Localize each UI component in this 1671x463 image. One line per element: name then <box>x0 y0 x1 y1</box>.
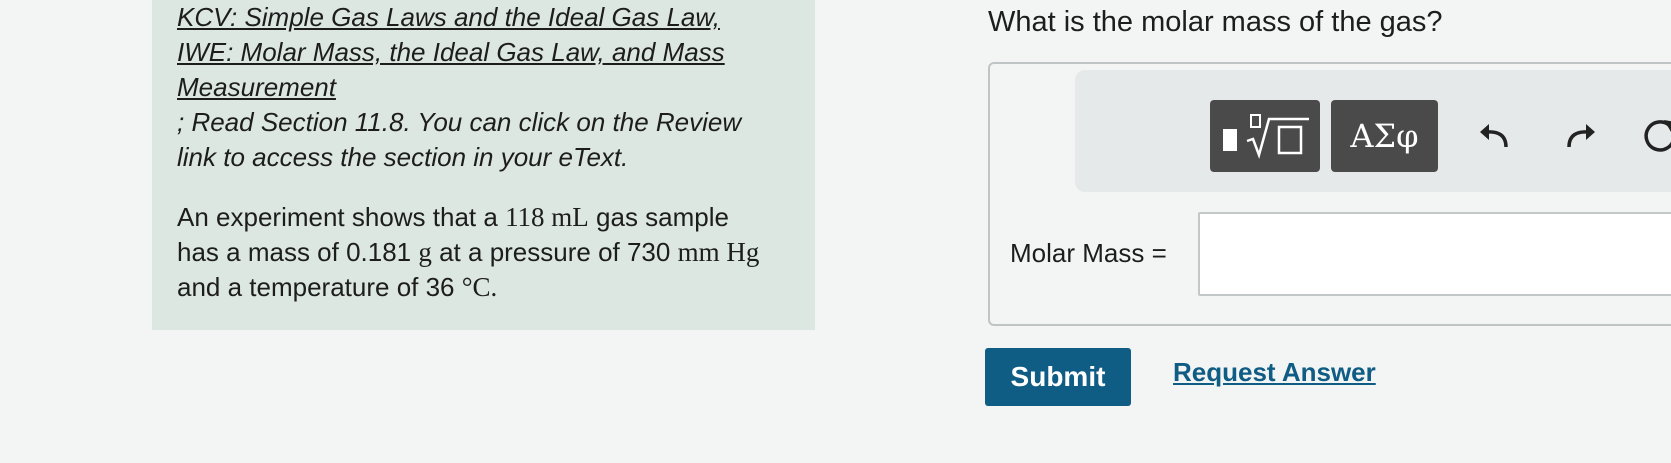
templates-button[interactable] <box>1210 100 1320 172</box>
molar-mass-label: Molar Mass = <box>1010 238 1167 268</box>
kcv-link[interactable]: KCV: Simple Gas Laws and the Ideal Gas L… <box>177 0 777 35</box>
problem-text-1: An experiment shows that a <box>177 202 506 232</box>
redo-icon[interactable] <box>1555 106 1605 166</box>
reset-icon[interactable] <box>1635 106 1671 166</box>
submit-button[interactable]: Submit <box>985 348 1131 406</box>
greek-symbols-button[interactable]: ΑΣφ <box>1331 100 1438 172</box>
question-text: What is the molar mass of the gas? <box>988 6 1443 38</box>
math-toolbar: ΑΣφ <box>1075 70 1671 192</box>
volume-value: 118 mL <box>505 202 589 232</box>
problem-text-4: and a temperature of 36 <box>177 272 462 302</box>
hint-line1: ; Read Section 11.8. You can click on th… <box>177 107 742 137</box>
mass-unit: g <box>418 237 432 267</box>
radical-template-icon <box>1223 114 1309 160</box>
iwe-link-cont[interactable]: Measurement <box>177 70 777 105</box>
molar-mass-input[interactable] <box>1198 212 1671 296</box>
temp-unit: °C. <box>461 272 498 302</box>
request-answer-link[interactable]: Request Answer <box>1173 357 1376 388</box>
hint-text: KCV: Simple Gas Laws and the Ideal Gas L… <box>177 0 777 175</box>
pressure-unit: mm Hg <box>677 237 760 267</box>
problem-statement: An experiment shows that a 118 mL gas sa… <box>177 200 777 305</box>
undo-icon[interactable] <box>1470 106 1520 166</box>
problem-text-3: at a pressure of 730 <box>431 237 678 267</box>
iwe-link[interactable]: IWE: Molar Mass, the Ideal Gas Law, and … <box>177 35 777 70</box>
hint-line2: link to access the section in your eText… <box>177 142 629 172</box>
